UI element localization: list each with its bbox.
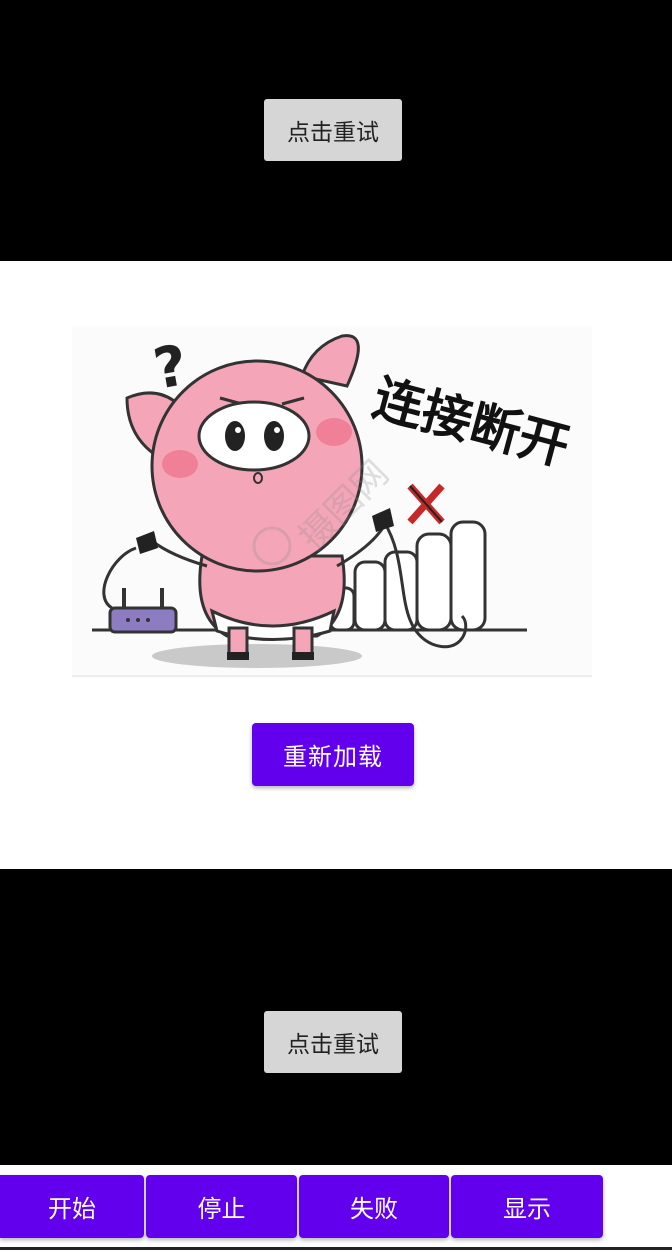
retry-button-top[interactable]: 点击重试 (264, 99, 402, 161)
error-section: ? 摄图网 连接断开 重新加载 (0, 261, 672, 869)
retry-button-bottom[interactable]: 点击重试 (264, 1011, 402, 1073)
top-video-panel: 点击重试 (0, 0, 672, 261)
bottom-divider (0, 1247, 672, 1250)
bottom-video-panel: 点击重试 (0, 869, 672, 1165)
bottom-action-bar: 开始 停止 失败 显示 (0, 1165, 672, 1252)
reload-button[interactable]: 重新加载 (252, 723, 414, 786)
connection-lost-illustration: ? 摄图网 连接断开 (72, 326, 592, 678)
show-button[interactable]: 显示 (451, 1175, 603, 1238)
fail-button[interactable]: 失败 (299, 1175, 449, 1238)
start-button[interactable]: 开始 (0, 1175, 144, 1238)
stop-button[interactable]: 停止 (146, 1175, 297, 1238)
